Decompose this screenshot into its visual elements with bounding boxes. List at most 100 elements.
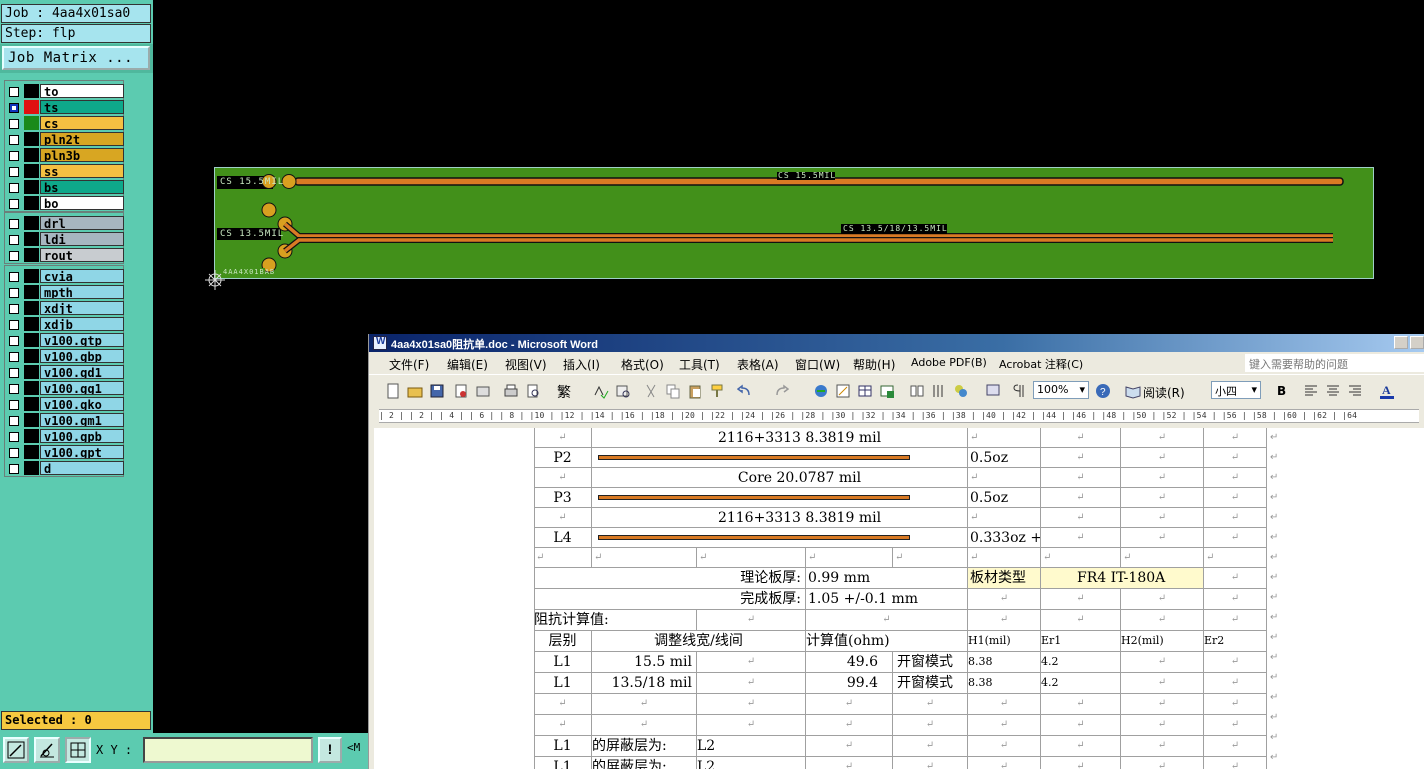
layer-checkbox[interactable] (9, 384, 19, 394)
layer-name[interactable]: pln2t (40, 132, 124, 146)
menu-help[interactable]: 帮助(H) (853, 356, 895, 373)
layer-row-ts[interactable]: ts (5, 99, 124, 115)
layer-name[interactable]: rout (40, 248, 124, 262)
undo-icon[interactable] (737, 383, 753, 399)
help-icon[interactable]: ? (1095, 383, 1111, 399)
layer-row-bo[interactable]: bo (5, 195, 124, 211)
email-icon[interactable] (475, 383, 491, 399)
layer-row-cs[interactable]: cs (5, 115, 124, 131)
layer-name[interactable]: v100.gpt (40, 445, 124, 459)
layer-color-swatch[interactable] (24, 100, 39, 114)
layer-name[interactable]: ldi (40, 232, 124, 246)
layer-color-swatch[interactable] (24, 413, 39, 427)
layer-name[interactable]: bs (40, 180, 124, 194)
layer-row-drl[interactable]: drl (5, 215, 124, 231)
layer-row-v100.gm1[interactable]: v100.gm1 (5, 412, 124, 428)
layer-color-swatch[interactable] (24, 429, 39, 443)
layer-name[interactable]: drl (40, 216, 124, 230)
layer-checkbox[interactable] (9, 336, 19, 346)
layer-row-xdjb[interactable]: xdjb (5, 316, 124, 332)
cut-icon[interactable] (643, 383, 659, 399)
paste-icon[interactable] (687, 383, 703, 399)
layer-row-d[interactable]: d (5, 460, 124, 476)
layer-color-swatch[interactable] (24, 445, 39, 459)
new-doc-icon[interactable] (385, 383, 401, 399)
alert-button[interactable]: ! (318, 737, 342, 763)
layer-color-swatch[interactable] (24, 269, 39, 283)
layer-checkbox[interactable] (9, 135, 19, 145)
read-mode-icon[interactable] (1125, 383, 1141, 399)
menu-insert[interactable]: 插入(I) (563, 356, 600, 373)
layer-checkbox[interactable] (9, 151, 19, 161)
print-preview-icon[interactable] (525, 383, 541, 399)
layer-row-rout[interactable]: rout (5, 247, 124, 263)
layer-checkbox[interactable] (9, 119, 19, 129)
layer-checkbox[interactable] (9, 464, 19, 474)
layer-row-v100.gtp[interactable]: v100.gtp (5, 332, 124, 348)
layer-name[interactable]: v100.gg1 (40, 381, 124, 395)
xy-input[interactable] (143, 737, 313, 763)
layer-color-swatch[interactable] (24, 285, 39, 299)
document-map-icon[interactable] (953, 383, 969, 399)
layer-checkbox[interactable] (9, 251, 19, 261)
layer-checkbox[interactable] (9, 167, 19, 177)
layer-name[interactable]: d (40, 461, 124, 475)
layer-color-swatch[interactable] (24, 148, 39, 162)
layer-color-swatch[interactable] (24, 317, 39, 331)
pilcrow-icon[interactable] (1011, 383, 1027, 399)
layer-color-swatch[interactable] (24, 381, 39, 395)
layer-checkbox[interactable] (9, 103, 19, 113)
layer-color-swatch[interactable] (24, 180, 39, 194)
insert-excel-icon[interactable] (879, 383, 895, 399)
layer-row-v100.gg1[interactable]: v100.gg1 (5, 380, 124, 396)
layer-row-v100.gko[interactable]: v100.gko (5, 396, 124, 412)
menu-view[interactable]: 视图(V) (505, 356, 547, 373)
layer-row-v100.gpt[interactable]: v100.gpt (5, 444, 124, 460)
layer-name[interactable]: mpth (40, 285, 124, 299)
menu-edit[interactable]: 编辑(E) (447, 356, 488, 373)
job-matrix-button[interactable]: Job Matrix ... (2, 46, 150, 70)
layer-color-swatch[interactable] (24, 248, 39, 262)
maximize-button[interactable] (1410, 336, 1424, 349)
layer-checkbox[interactable] (9, 199, 19, 209)
minimize-button[interactable] (1394, 336, 1408, 349)
layer-checkbox[interactable] (9, 235, 19, 245)
layer-name[interactable]: to (40, 84, 124, 98)
tables-borders-icon[interactable] (835, 383, 851, 399)
layer-row-pln2t[interactable]: pln2t (5, 131, 124, 147)
layer-name[interactable]: v100.gpb (40, 429, 124, 443)
layer-color-swatch[interactable] (24, 164, 39, 178)
layer-checkbox[interactable] (9, 432, 19, 442)
copy-icon[interactable] (665, 383, 681, 399)
layer-name[interactable]: cs (40, 116, 124, 130)
layer-row-bs[interactable]: bs (5, 179, 124, 195)
menu-file[interactable]: 文件(F) (389, 356, 429, 373)
layer-color-swatch[interactable] (24, 232, 39, 246)
layer-color-swatch[interactable] (24, 132, 39, 146)
layer-checkbox[interactable] (9, 272, 19, 282)
layer-checkbox[interactable] (9, 219, 19, 229)
align-center-icon[interactable] (1325, 383, 1341, 399)
layer-name[interactable]: v100.gko (40, 397, 124, 411)
layer-checkbox[interactable] (9, 368, 19, 378)
print-icon[interactable] (503, 383, 519, 399)
show-hide-icon[interactable] (985, 383, 1001, 399)
layer-checkbox[interactable] (9, 416, 19, 426)
layer-name[interactable]: pln3b (40, 148, 124, 162)
layer-row-v100.gpb[interactable]: v100.gpb (5, 428, 124, 444)
traditional-chinese-button[interactable]: 繁 (557, 382, 571, 402)
measure-button[interactable] (34, 737, 60, 763)
layer-checkbox[interactable] (9, 400, 19, 410)
layer-row-xdjt[interactable]: xdjt (5, 300, 124, 316)
layer-name[interactable]: xdjt (40, 301, 124, 315)
layer-color-swatch[interactable] (24, 301, 39, 315)
hyperlink-icon[interactable] (813, 383, 829, 399)
layer-checkbox[interactable] (9, 87, 19, 97)
layer-name[interactable]: xdjb (40, 317, 124, 331)
menu-adobe-pdf[interactable]: Adobe PDF(B) (911, 356, 987, 369)
layer-row-pln3b[interactable]: pln3b (5, 147, 124, 163)
layer-color-swatch[interactable] (24, 333, 39, 347)
read-mode-button[interactable]: 阅读(R) (1143, 384, 1185, 401)
layer-row-ldi[interactable]: ldi (5, 231, 124, 247)
align-left-icon[interactable] (1303, 383, 1319, 399)
